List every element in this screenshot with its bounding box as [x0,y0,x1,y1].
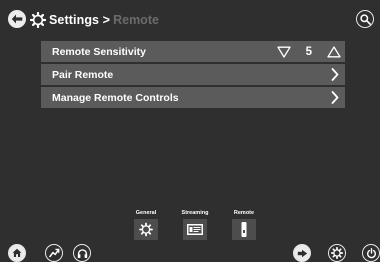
menu-item-manage-remote-controls[interactable]: Manage Remote Controls [41,87,345,108]
search-button[interactable] [356,10,374,28]
menu-item-pair-remote[interactable]: Pair Remote [41,64,345,85]
settings-button[interactable] [328,244,346,262]
increase-triangle-icon[interactable] [327,45,341,58]
tab-label: General [135,210,157,216]
audio-button[interactable] [73,244,91,262]
page-title: Settings > [49,13,111,27]
current-page-label: Remote [113,13,159,27]
settings-menu: Remote Sensitivity 5 Pair Remote Manage … [41,41,345,110]
tab-general[interactable]: General [128,209,164,240]
menu-item-label: Remote Sensitivity [52,45,146,58]
menu-item-label: Manage Remote Controls [52,91,179,104]
chevron-right-icon [331,91,339,104]
chevron-right-icon [331,68,339,81]
sensitivity-stepper: 5 [276,44,341,59]
back-button[interactable] [8,10,26,28]
power-button[interactable] [362,244,380,262]
power-icon [366,247,376,258]
home-button[interactable] [8,244,26,262]
home-icon [12,248,22,257]
headphones-icon [77,248,87,258]
remote-icon [232,219,256,240]
tab-label: Streaming [181,210,209,216]
sensitivity-value: 5 [305,45,312,58]
trend-button[interactable] [45,244,63,262]
decrease-triangle-icon[interactable] [276,46,291,58]
streaming-icon [183,219,207,240]
gear-icon [331,247,343,259]
gear-icon [134,219,158,240]
category-tabs: General Streaming Remote [128,209,262,240]
menu-item-label: Pair Remote [52,68,114,81]
tab-remote[interactable]: Remote [226,209,262,240]
input-source-button[interactable] [293,244,311,262]
search-icon [359,13,371,25]
input-source-icon [297,249,307,257]
back-arrow-icon [11,14,23,24]
trend-icon [48,248,59,258]
tab-streaming[interactable]: Streaming [177,209,213,240]
gear-icon [30,12,46,28]
menu-item-remote-sensitivity[interactable]: Remote Sensitivity 5 [41,41,345,62]
breadcrumb: Settings > Remote [30,9,159,31]
tab-label: Remote [233,210,255,216]
